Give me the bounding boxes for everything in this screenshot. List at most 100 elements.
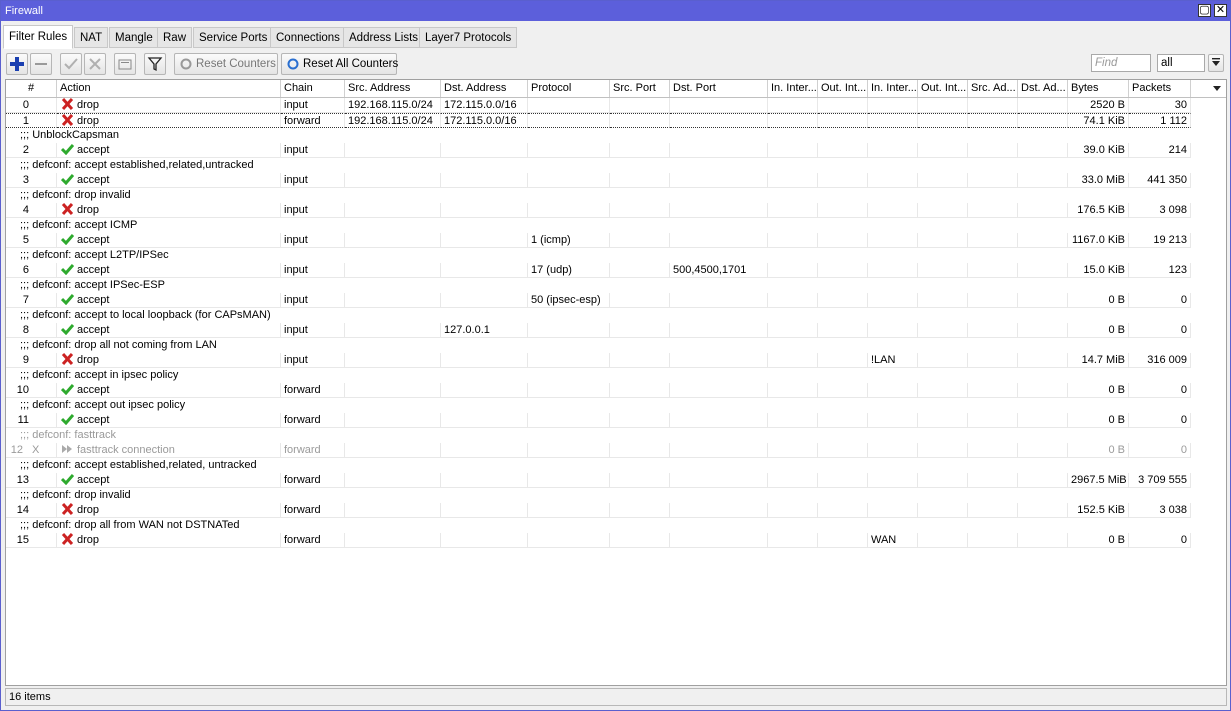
rule-cell <box>918 503 968 518</box>
rule-cell <box>610 413 670 428</box>
rule-cell <box>610 173 670 188</box>
rule-cell: input <box>281 353 345 368</box>
table-row[interactable]: 6 accept input 17 (udp) 500,4500,1701 15.0 Ki… <box>6 263 1226 278</box>
comment-row[interactable]: ;;; defconf: accept in ipsec policy <box>6 368 1226 383</box>
tab-connections[interactable]: Connections <box>270 27 346 48</box>
column-header[interactable]: Src. Ad... <box>968 80 1018 97</box>
rule-cell <box>818 203 868 218</box>
rule-cell <box>670 233 768 248</box>
rule-cell: 2967.5 MiB <box>1068 473 1129 488</box>
filter-button[interactable] <box>144 53 166 75</box>
table-row[interactable]: 4 drop input 176.5 KiB 3 098 <box>6 203 1226 218</box>
rule-cell <box>968 98 1018 113</box>
table-row[interactable]: 3 accept input 33.0 MiB 441 350 <box>6 173 1226 188</box>
column-header[interactable]: Action <box>57 80 281 97</box>
add-button[interactable] <box>6 53 28 75</box>
close-icon[interactable]: ✕ <box>1214 4 1227 17</box>
remove-button[interactable] <box>30 53 52 75</box>
column-header[interactable]: In. Inter... <box>868 80 918 97</box>
find-input[interactable]: Find <box>1091 54 1151 72</box>
table-row[interactable]: 1 drop forward 192.168.115.0/24 172.115.0.0/… <box>6 113 1226 128</box>
table-row[interactable]: 10 accept forward 0 B0 <box>6 383 1226 398</box>
tab-service-ports[interactable]: Service Ports <box>193 27 274 48</box>
rule-cell <box>1018 443 1068 458</box>
column-header[interactable]: In. Inter... <box>768 80 818 97</box>
rule-cell: 50 (ipsec-esp) <box>528 293 610 308</box>
column-header[interactable]: Chain <box>281 80 345 97</box>
column-header[interactable]: # <box>6 80 57 97</box>
comment-row[interactable]: ;;; defconf: accept ICMP <box>6 218 1226 233</box>
comment-row[interactable]: ;;; defconf: drop all from WAN not DSTNA… <box>6 518 1226 533</box>
table-row[interactable]: 15 drop forward WAN 0 B0 <box>6 533 1226 548</box>
column-header[interactable]: Src. Port <box>610 80 670 97</box>
table-row[interactable]: 0 drop input 192.168.115.0/24 172.115.0.0/16… <box>6 98 1226 113</box>
reset-counters-button[interactable]: Reset Counters <box>174 53 278 75</box>
enable-button[interactable] <box>60 53 82 75</box>
maximize-icon[interactable]: ▢ <box>1198 4 1211 17</box>
drop-icon <box>61 98 74 110</box>
rule-number-text: 15 <box>16 534 29 546</box>
drop-icon <box>61 114 74 126</box>
rule-cell <box>868 413 918 428</box>
rule-cell: 1167.0 KiB <box>1068 233 1129 248</box>
rule-cell: 17 (udp) <box>528 263 610 278</box>
rule-number: 6 <box>6 263 57 278</box>
rule-comment: ;;; defconf: accept L2TP/IPSec <box>20 249 169 261</box>
table-row[interactable]: 12 Xfasttrack connection forward 0 B0 <box>6 443 1226 458</box>
table-row[interactable]: 13 accept forward 2967.5 MiB 3 709 555 <box>6 473 1226 488</box>
tab-raw[interactable]: Raw <box>157 27 193 48</box>
rule-cell <box>1018 143 1068 158</box>
table-row[interactable]: 7 accept input 50 (ipsec-esp) 0 B0 <box>6 293 1226 308</box>
column-header[interactable]: Dst. Ad... <box>1018 80 1068 97</box>
rule-cell: 172.115.0.0/16 <box>441 98 528 113</box>
table-row[interactable]: 11 accept forward 0 B0 <box>6 413 1226 428</box>
comment-row[interactable]: ;;; defconf: accept to local loopback (f… <box>6 308 1226 323</box>
column-header[interactable]: Out. Int... <box>918 80 968 97</box>
rule-cell <box>918 173 968 188</box>
rule-cell <box>968 323 1018 338</box>
comment-row[interactable]: ;;; defconf: accept out ipsec policy <box>6 398 1226 413</box>
column-header[interactable]: Out. Int... <box>818 80 868 97</box>
tab-address-lists[interactable]: Address Lists <box>343 27 425 48</box>
columns-menu-icon[interactable] <box>1191 80 1226 97</box>
column-header[interactable]: Src. Address <box>345 80 441 97</box>
rule-number-text: 1 <box>22 115 29 127</box>
firewall-window: Firewall ▢ ✕ Filter Rules NAT Mangle Raw… <box>0 0 1231 711</box>
rule-action: fasttrack connection <box>57 443 281 458</box>
reset-all-counters-button[interactable]: Reset All Counters <box>281 53 398 75</box>
column-header[interactable]: Packets <box>1129 80 1191 97</box>
disable-button[interactable] <box>84 53 106 75</box>
table-row[interactable]: 14 drop forward 152.5 KiB 3 038 <box>6 503 1226 518</box>
comment-row[interactable]: ;;; defconf: drop invalid <box>6 488 1226 503</box>
comment-row[interactable]: ;;; defconf: accept established,related,… <box>6 158 1226 173</box>
tab-mangle[interactable]: Mangle <box>109 27 159 48</box>
table-row[interactable]: 5 accept input 1 (icmp) 1167.0 KiB 19 213 <box>6 233 1226 248</box>
rule-comment: ;;; defconf: accept IPSec-ESP <box>20 279 165 291</box>
comment-button[interactable] <box>114 53 136 75</box>
rule-cell: input <box>281 293 345 308</box>
comment-row[interactable]: ;;; defconf: accept L2TP/IPSec <box>6 248 1226 263</box>
rule-cell <box>868 113 918 128</box>
rule-number: 15 <box>6 533 57 548</box>
table-row[interactable]: 9 drop input !LAN 14.7 MiB 316 009 <box>6 353 1226 368</box>
table-row[interactable]: 8 accept input 127.0.0.1 0 B0 <box>6 323 1226 338</box>
rule-cell: 0 <box>1129 383 1191 398</box>
dropdown-button[interactable] <box>1208 54 1224 72</box>
column-header[interactable]: Protocol <box>528 80 610 97</box>
rule-cell: input <box>281 143 345 158</box>
comment-row[interactable]: ;;; defconf: fasttrack <box>6 428 1226 443</box>
rule-action: accept <box>57 143 281 158</box>
column-header[interactable]: Dst. Address <box>441 80 528 97</box>
column-header[interactable]: Bytes <box>1068 80 1129 97</box>
comment-row[interactable]: ;;; UnblockCapsman <box>6 128 1226 143</box>
tab-filter-rules[interactable]: Filter Rules <box>3 25 74 49</box>
column-header[interactable]: Dst. Port <box>670 80 768 97</box>
comment-row[interactable]: ;;; defconf: accept IPSec-ESP <box>6 278 1226 293</box>
filter-select[interactable]: all <box>1157 54 1205 72</box>
tab-nat[interactable]: NAT <box>74 27 109 48</box>
comment-row[interactable]: ;;; defconf: drop invalid <box>6 188 1226 203</box>
table-row[interactable]: 2 accept input 39.0 KiB 214 <box>6 143 1226 158</box>
tab-layer7-protocols[interactable]: Layer7 Protocols <box>419 27 518 48</box>
comment-row[interactable]: ;;; defconf: accept established,related,… <box>6 458 1226 473</box>
comment-row[interactable]: ;;; defconf: drop all not coming from LA… <box>6 338 1226 353</box>
